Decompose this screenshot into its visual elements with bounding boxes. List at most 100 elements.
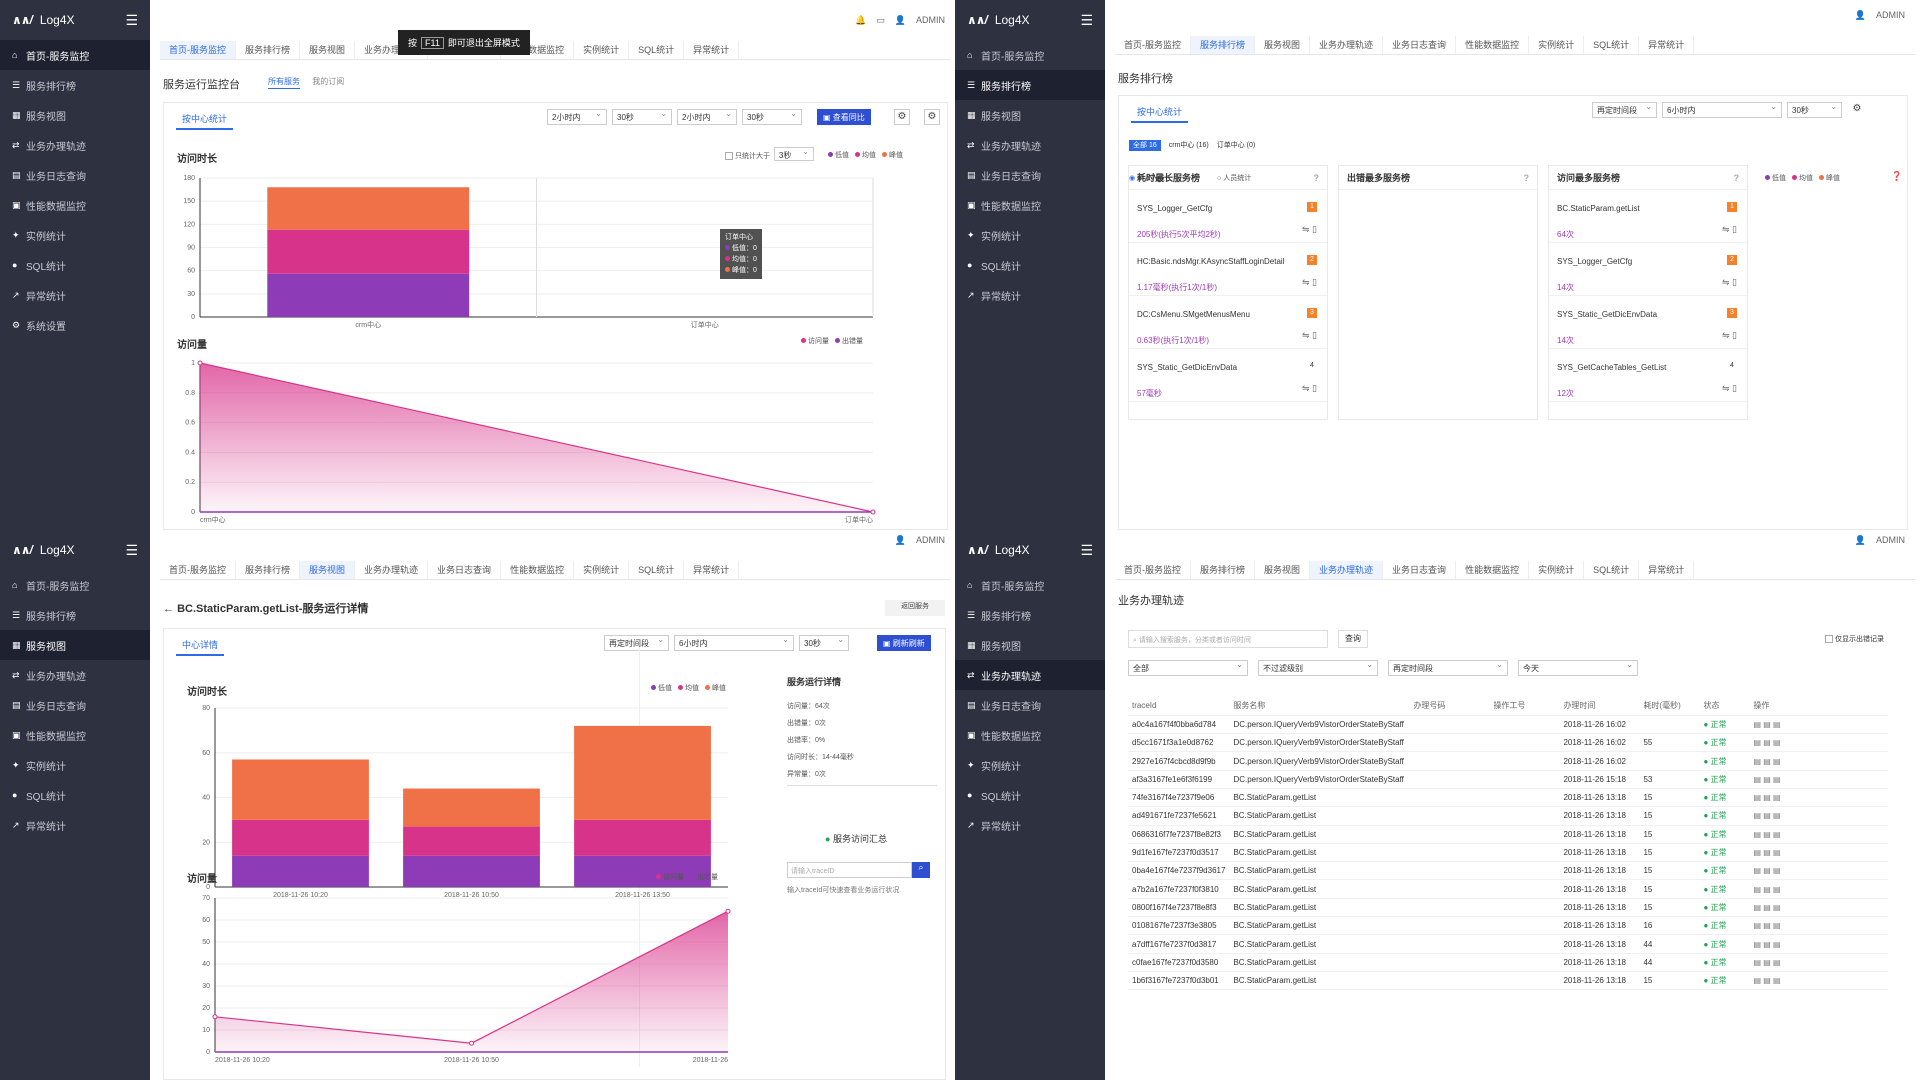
sidebar-item-7[interactable]: ✦ 实例统计 xyxy=(955,750,1105,780)
chart-icon[interactable]: ⇋ xyxy=(1302,330,1312,340)
tab-9[interactable]: 异常统计 xyxy=(684,40,740,59)
table-row[interactable]: 0ba4e167f4e7237f9d3617 BC.StaticParam.get… xyxy=(1128,861,1888,881)
table-row[interactable]: a7dff167fe7237f0d3817 BC.StaticParam.getL… xyxy=(1128,934,1888,954)
bookmark-icon[interactable]: ▯ xyxy=(1732,383,1737,393)
user-avatar[interactable]: 👤 xyxy=(895,535,906,546)
menu-toggle-icon[interactable]: ☰ xyxy=(125,542,138,559)
chart-icon[interactable]: ⇋ xyxy=(1722,383,1732,393)
ranking-row[interactable]: SYS_Logger_GetCfg 14次 2 ⇋ ▯ xyxy=(1549,243,1747,296)
copy-icon[interactable]: ▤ xyxy=(1763,958,1773,967)
table-row[interactable]: 74fe3167f4e7237f9e06 BC.StaticParam.getLi… xyxy=(1128,788,1888,808)
sidebar-item-2[interactable]: ☰ 服务排行榜 xyxy=(955,70,1105,100)
sidebar-item-4[interactable]: ⇄ 业务办理轨迹 xyxy=(955,660,1105,690)
chart-icon[interactable]: ⇋ xyxy=(1722,277,1732,287)
column-header[interactable]: 耗时(毫秒) xyxy=(1639,697,1700,716)
ranking-row[interactable]: SYS_Static_GetDicEnvData 57毫秒 4 ⇋ ▯ xyxy=(1129,349,1327,402)
copy-icon[interactable]: ▤ xyxy=(1763,738,1773,747)
column-header[interactable]: 状态 xyxy=(1699,697,1750,716)
detail-icon[interactable]: ▤ xyxy=(1773,757,1781,766)
back-arrow-icon[interactable]: ← xyxy=(163,603,177,615)
sidebar-item-3[interactable]: ▦ 服务视图 xyxy=(0,100,150,130)
trace-input[interactable]: 请输入traceID xyxy=(787,862,912,878)
user-avatar[interactable]: 👤 xyxy=(895,15,906,26)
level-select[interactable]: 不过滤级别 xyxy=(1258,660,1378,676)
menu-toggle-icon[interactable]: ☰ xyxy=(125,12,138,29)
user-name[interactable]: ADMIN xyxy=(1876,10,1905,20)
day-select[interactable]: 今天 xyxy=(1518,660,1638,676)
sidebar-item-7[interactable]: ✦ 实例统计 xyxy=(0,220,150,250)
ranking-row[interactable]: SYS_Static_GetDicEnvData 14次 3 ⇋ ▯ xyxy=(1549,296,1747,349)
detail-icon[interactable]: ▤ xyxy=(1773,793,1781,802)
chart-icon[interactable]: ⇋ xyxy=(1722,224,1732,234)
sidebar-item-6[interactable]: ▣ 性能数据监控 xyxy=(0,720,150,750)
table-row[interactable]: 2927e167f4cbcd8d9f9b DC.person.IQueryVerb… xyxy=(1128,751,1888,771)
copy-icon[interactable]: ▤ xyxy=(1763,903,1773,912)
copy-icon[interactable]: ▤ xyxy=(1763,720,1773,729)
tab-8[interactable]: SQL统计 xyxy=(1584,35,1640,54)
column-header[interactable]: 操作工号 xyxy=(1489,697,1560,716)
back-button[interactable]: 返回服务 xyxy=(885,600,945,616)
list-icon[interactable]: ▤ xyxy=(1753,940,1763,949)
range-select-1[interactable]: 2小时内 xyxy=(547,109,607,125)
copy-icon[interactable]: ▤ xyxy=(1763,811,1773,820)
tab-7[interactable]: 实例统计 xyxy=(1529,35,1585,54)
interval-select-2[interactable]: 30秒 xyxy=(742,109,802,125)
ranking-row[interactable]: DC:CsMenu.SMgetMenusMenu 0.63秒(执行1次/1秒) 3 ⇋… xyxy=(1129,296,1327,349)
table-row[interactable]: 0686316f7fe7237f8e82f3 BC.StaticParam.get… xyxy=(1128,825,1888,844)
table-row[interactable]: 1b6f3167fe7237f0d3b01 BC.StaticParam.getL… xyxy=(1128,971,1888,991)
copy-icon[interactable]: ▤ xyxy=(1763,921,1773,930)
column-header[interactable]: 服务名称 xyxy=(1229,697,1410,716)
user-name[interactable]: ADMIN xyxy=(916,535,945,545)
list-icon[interactable]: ▤ xyxy=(1753,830,1763,839)
detail-icon[interactable]: ▤ xyxy=(1773,940,1781,949)
compare-button[interactable]: ▣ 查看同比 xyxy=(817,109,871,125)
tab-5[interactable]: 业务日志查询 xyxy=(1383,35,1457,54)
tab-9[interactable]: 异常统计 xyxy=(1639,560,1695,579)
filter-order[interactable]: 订单中心 (0) xyxy=(1217,142,1256,149)
bookmark-icon[interactable]: ▯ xyxy=(1312,224,1317,234)
chart-icon[interactable]: ⇋ xyxy=(1302,224,1312,234)
list-icon[interactable]: ▤ xyxy=(1753,720,1763,729)
tab-6[interactable]: 性能数据监控 xyxy=(501,560,575,579)
tab-9[interactable]: 异常统计 xyxy=(684,560,740,579)
copy-icon[interactable]: ▤ xyxy=(1763,866,1773,875)
tab-subscriptions[interactable]: 我的订阅 xyxy=(312,77,344,86)
trace-search-icon[interactable]: ⌕ xyxy=(912,862,930,878)
list-icon[interactable]: ▤ xyxy=(1753,757,1763,766)
list-icon[interactable]: ▤ xyxy=(1753,921,1763,930)
table-row[interactable]: 0108167fe7237f3e3805 BC.StaticParam.getLi… xyxy=(1128,916,1888,936)
tab-center-detail[interactable]: 中心详情 xyxy=(176,635,225,656)
list-icon[interactable]: ▤ xyxy=(1753,738,1763,747)
menu-toggle-icon[interactable]: ☰ xyxy=(1080,542,1093,559)
copy-icon[interactable]: ▤ xyxy=(1763,757,1773,766)
range-select[interactable]: 6小时内 xyxy=(674,635,794,651)
sidebar-item-8[interactable]: ● SQL统计 xyxy=(0,250,150,280)
detail-icon[interactable]: ▤ xyxy=(1773,830,1781,839)
tab-9[interactable]: 异常统计 xyxy=(1639,35,1695,54)
chart-icon[interactable]: ⇋ xyxy=(1302,383,1312,393)
status-select[interactable]: 全部 xyxy=(1128,660,1248,676)
copy-icon[interactable]: ▤ xyxy=(1763,775,1773,784)
tab-2[interactable]: 服务排行榜 xyxy=(236,560,301,579)
range-type-select[interactable]: 再定时间段 xyxy=(1388,660,1508,676)
bookmark-icon[interactable]: ▯ xyxy=(1732,277,1737,287)
tab-all-services[interactable]: 所有服务 xyxy=(268,77,300,89)
copy-icon[interactable]: ▤ xyxy=(1763,976,1773,985)
sidebar-item-4[interactable]: ⇄ 业务办理轨迹 xyxy=(955,130,1105,160)
column-header[interactable]: 办理号码 xyxy=(1409,697,1490,716)
sidebar-item-1[interactable]: ⌂ 首页-服务监控 xyxy=(955,570,1105,600)
table-row[interactable]: 9d1fe167fe7237f0d3517 BC.StaticParam.getL… xyxy=(1128,843,1888,863)
tab-6[interactable]: 性能数据监控 xyxy=(1456,35,1530,54)
tab-5[interactable]: 业务日志查询 xyxy=(1383,560,1457,579)
menu-toggle-icon[interactable]: ☰ xyxy=(1080,12,1093,29)
table-row[interactable]: af3a3167fe1e6f3f6199 DC.person.IQueryVerb… xyxy=(1128,770,1888,789)
bookmark-icon[interactable]: ▯ xyxy=(1312,330,1317,340)
sidebar-item-7[interactable]: ✦ 实例统计 xyxy=(0,750,150,780)
sidebar-item-9[interactable]: ↗ 异常统计 xyxy=(955,810,1105,840)
list-icon[interactable]: ▤ xyxy=(1753,885,1763,894)
sidebar-item-5[interactable]: ▤ 业务日志查询 xyxy=(955,160,1105,190)
range-type-select[interactable]: 再定时间段 xyxy=(1592,102,1657,118)
search-button[interactable]: 查询 xyxy=(1338,630,1368,648)
help-icon[interactable]: ❓ xyxy=(1891,171,1902,182)
detail-icon[interactable]: ▤ xyxy=(1773,775,1781,784)
